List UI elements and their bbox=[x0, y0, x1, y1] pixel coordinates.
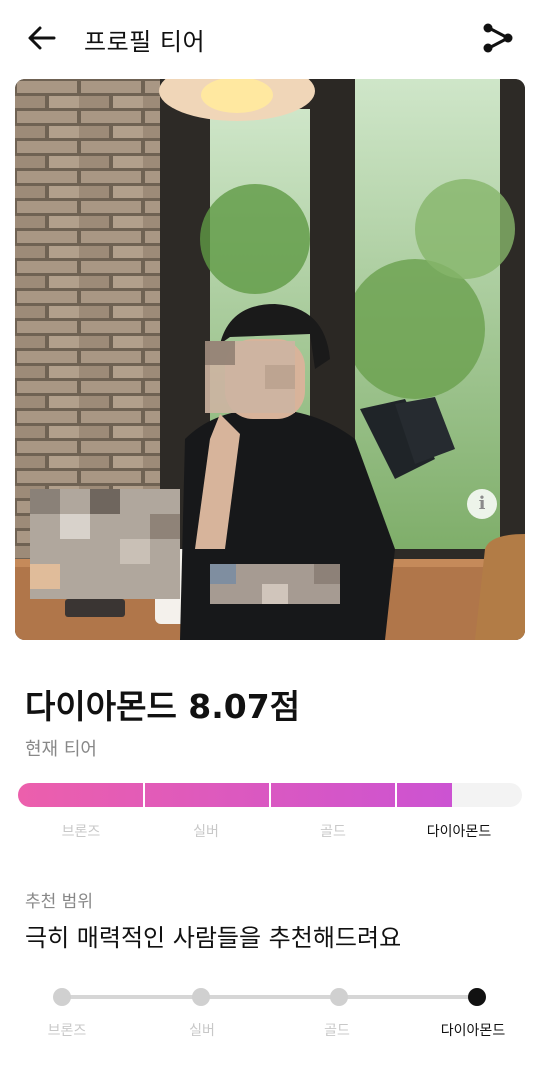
photo-info-button[interactable]: i bbox=[467, 489, 497, 519]
arrow-left-icon bbox=[28, 26, 56, 50]
range-label-silver: 실버 bbox=[189, 1023, 215, 1039]
range-step-diamond[interactable] bbox=[468, 988, 486, 1006]
tier-label-bronze: 브론즈 bbox=[61, 824, 101, 840]
top-bar: 프로필 티어 bbox=[0, 0, 540, 76]
recommend-range-title: 추천 범위 bbox=[25, 892, 93, 912]
tier-divider bbox=[395, 783, 397, 807]
range-label-gold: 골드 bbox=[324, 1023, 350, 1039]
tier-score-heading: 다이아몬드 8.07점 bbox=[25, 687, 301, 726]
tier-label-gold: 골드 bbox=[320, 824, 346, 840]
tier-progress-fill bbox=[18, 783, 453, 807]
back-button[interactable] bbox=[24, 20, 60, 56]
current-tier-label: 현재 티어 bbox=[25, 739, 97, 760]
profile-photo-image bbox=[15, 79, 525, 640]
range-step-gold[interactable] bbox=[330, 988, 348, 1006]
tier-progress-bar bbox=[18, 783, 522, 807]
profile-photo[interactable]: i bbox=[15, 79, 525, 640]
range-step-silver[interactable] bbox=[192, 988, 210, 1006]
page-title: 프로필 티어 bbox=[84, 28, 206, 56]
range-step-bronze[interactable] bbox=[53, 988, 71, 1006]
range-label-diamond: 다이아몬드 bbox=[440, 1023, 506, 1039]
tier-label-diamond: 다이아몬드 bbox=[426, 824, 492, 840]
tier-label-silver: 실버 bbox=[193, 824, 219, 840]
tier-divider bbox=[143, 783, 145, 807]
share-icon bbox=[483, 23, 513, 53]
recommend-range-description: 극히 매력적인 사람들을 추천해드려요 bbox=[25, 924, 402, 952]
info-icon: i bbox=[478, 493, 486, 514]
tier-divider bbox=[269, 783, 271, 807]
share-button[interactable] bbox=[478, 18, 518, 58]
range-slider-track[interactable] bbox=[62, 995, 478, 999]
range-label-bronze: 브론즈 bbox=[47, 1023, 87, 1039]
